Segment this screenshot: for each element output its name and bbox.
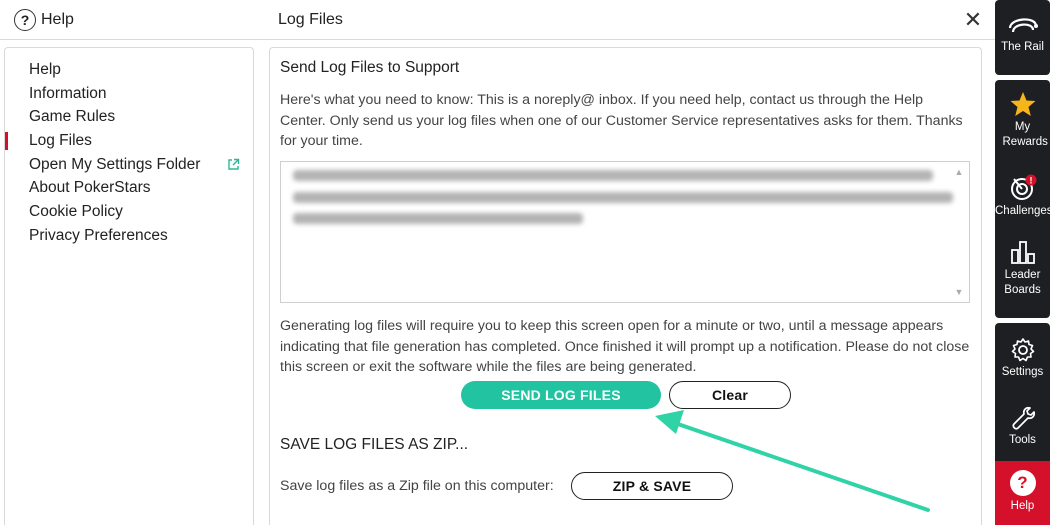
help-sidebar: Help Information Game Rules Log Files Op… — [4, 47, 254, 525]
sidebar-item-label: Cookie Policy — [29, 203, 123, 221]
help-icon: ? — [1009, 470, 1036, 496]
gear-icon — [1011, 338, 1034, 362]
sidebar-item-help[interactable]: Help — [5, 58, 253, 82]
rightbar-item-help[interactable]: ? Help — [995, 461, 1050, 525]
send-log-files-button[interactable]: SEND LOG FILES — [461, 381, 661, 409]
sidebar-item-game-rules[interactable]: Game Rules — [5, 105, 253, 129]
star-icon — [1010, 92, 1035, 116]
wrench-icon — [1011, 406, 1035, 430]
sidebar-item-open-settings-folder[interactable]: Open My Settings Folder — [5, 153, 253, 177]
rightbar-item-label: Tools — [1009, 434, 1036, 446]
bar-chart-icon — [1010, 241, 1035, 264]
redacted-log-text — [293, 170, 933, 181]
zip-description: Save log files as a Zip file on this com… — [280, 478, 554, 494]
page-title: Log Files — [278, 11, 343, 28]
zip-section-title: SAVE LOG FILES AS ZIP... — [280, 436, 469, 453]
clear-button[interactable]: Clear — [669, 381, 791, 409]
sidebar-item-information[interactable]: Information — [5, 82, 253, 106]
generating-text: Generating log files will require you to… — [280, 318, 970, 375]
help-title-label: Help — [41, 11, 74, 28]
sidebar-item-about-pokerstars[interactable]: About PokerStars — [5, 176, 253, 200]
rightbar-item-label: The Rail — [1001, 41, 1044, 53]
header-bar: ? Help Log Files ✕ — [0, 0, 995, 40]
sidebar-item-label: Open My Settings Folder — [29, 155, 201, 173]
sidebar-item-label: Privacy Preferences — [29, 226, 168, 244]
log-preview-box[interactable]: ▲ ▼ — [280, 161, 970, 303]
rewards-group: My Rewards ! Challenges Leader Boards — [995, 80, 1050, 318]
rightbar-item-the-rail[interactable]: The Rail — [995, 12, 1050, 55]
rightbar-item-label: Leader Boards — [1004, 269, 1041, 296]
close-icon[interactable]: ✕ — [962, 7, 984, 32]
rightbar-item-challenges[interactable]: ! Challenges — [995, 174, 1050, 219]
scroll-down-icon[interactable]: ▼ — [953, 287, 965, 297]
zip-save-button[interactable]: ZIP & SAVE — [571, 472, 733, 500]
sidebar-item-privacy-preferences[interactable]: Privacy Preferences — [5, 224, 253, 248]
help-icon: ? — [14, 9, 36, 31]
rightbar-item-settings[interactable]: Settings — [995, 337, 1050, 380]
target-icon: ! — [1010, 174, 1036, 200]
rightbar-item-label: Settings — [1001, 366, 1044, 378]
external-link-icon — [228, 158, 240, 170]
rightbar-item-label: Challenges — [995, 205, 1050, 217]
sidebar-item-cookie-policy[interactable]: Cookie Policy — [5, 200, 253, 224]
sidebar-item-label: About PokerStars — [29, 179, 151, 197]
rail-icon — [1008, 18, 1038, 33]
rightbar-item-my-rewards[interactable]: My Rewards — [995, 90, 1050, 150]
redacted-log-text — [293, 213, 583, 224]
intro-text: Here's what you need to know: This is a … — [280, 92, 963, 149]
redacted-log-text — [293, 192, 953, 203]
help-title: ? Help — [14, 9, 74, 31]
sidebar-item-label: Information — [29, 84, 107, 102]
sidebar-item-label: Help — [29, 61, 61, 78]
rail-group: The Rail — [995, 0, 1050, 75]
section-title: Send Log Files to Support — [280, 59, 460, 76]
challenges-badge: ! — [1029, 176, 1032, 186]
right-toolbar: The Rail My Rewards ! Challenges Leader … — [995, 0, 1050, 525]
sidebar-item-label: Game Rules — [29, 108, 116, 126]
log-files-panel: Send Log Files to Support Here's what yo… — [269, 47, 982, 525]
rightbar-item-leader-boards[interactable]: Leader Boards — [995, 238, 1050, 298]
rightbar-item-label: Help — [1010, 500, 1035, 512]
rightbar-item-tools[interactable]: Tools — [995, 405, 1050, 448]
rightbar-item-label: My Rewards — [1002, 121, 1048, 148]
scroll-up-icon[interactable]: ▲ — [953, 167, 965, 177]
sidebar-item-log-files[interactable]: Log Files — [5, 129, 253, 153]
sidebar-item-label: Log Files — [29, 132, 92, 150]
